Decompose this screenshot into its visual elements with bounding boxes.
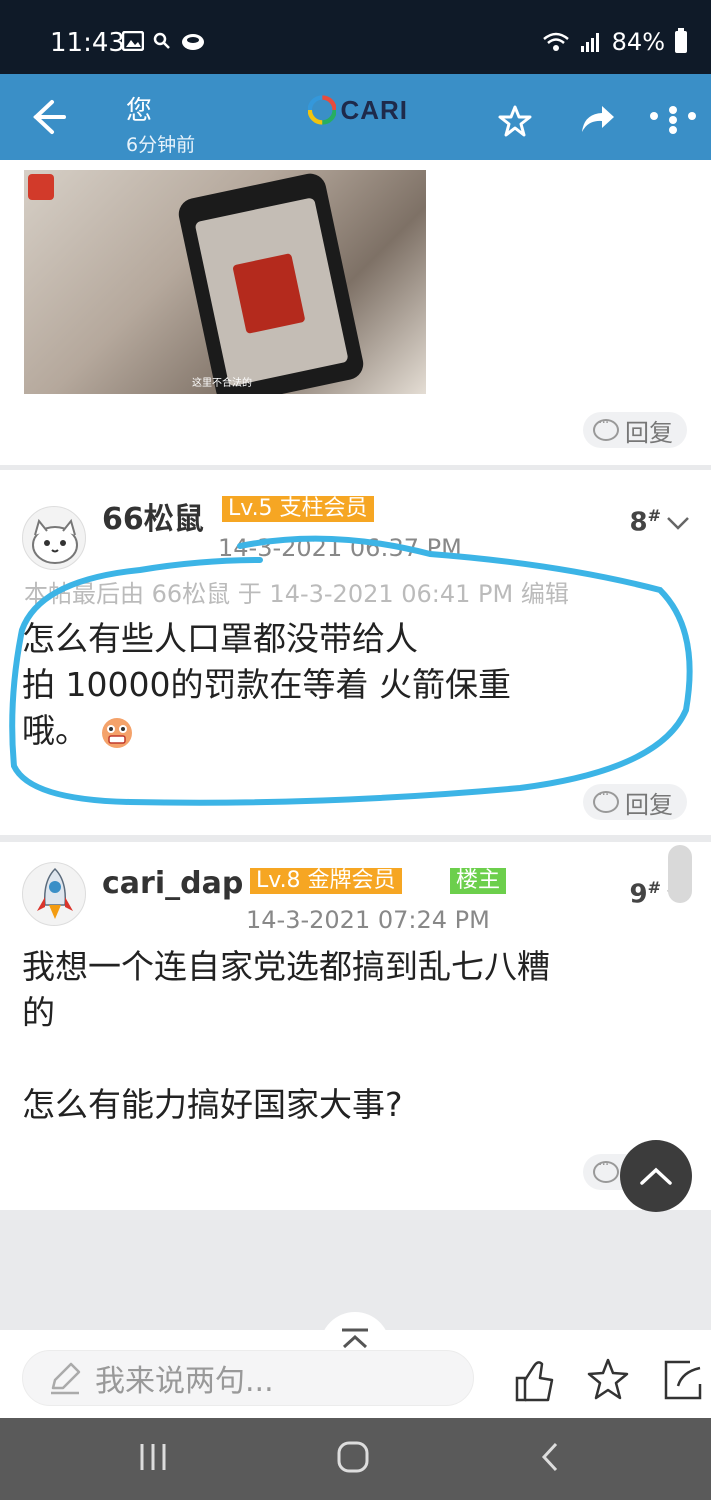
system-nav-bar [0,1418,711,1500]
post-content: 我想一个连自家党选都搞到乱七八糟 的 怎么有能力搞好国家大事? [22,947,550,1124]
phone-in-photo [175,170,367,394]
to-top-icon [342,1328,368,1349]
logo-text: CARI [340,94,408,125]
post-card-image: 这里不合法的 回复 [0,160,711,465]
post-content: 怎么有些人口罩都没带给人 拍 10000的罚款在等着 火箭保重 哦。 [22,619,511,750]
scrollbar-thumb[interactable] [668,845,692,903]
reply-button[interactable]: 回复 [583,412,687,448]
avatar[interactable] [22,506,86,570]
header-subtitle: 6分钟前 [126,134,196,156]
search-icon [153,32,170,49]
owner-badge: 楼主 [450,868,507,894]
video-badge-icon [28,174,54,200]
reply-label: 回复 [625,418,673,447]
comment-bubble-icon [593,787,619,813]
status-bar: 11:43 84% [0,0,711,74]
level-badge: Lv.5 支柱会员 [222,496,374,522]
battery-percent: 84% [611,28,665,56]
comment-bubble-icon [593,415,619,441]
username[interactable]: cari_dap [102,866,243,901]
wifi-icon [542,32,569,51]
header-title: 您 [126,96,153,126]
status-notification-icons [122,31,206,51]
favorite-star-icon[interactable] [586,1356,630,1404]
level-badge: Lv.8 金牌会员 [250,868,402,894]
post-date: 14-3-2021 06:37 PM [218,534,462,562]
pencil-icon [51,1362,81,1395]
reply-label: 回复 [625,790,673,819]
share-icon[interactable] [660,1356,704,1404]
status-time: 11:43 [50,28,125,58]
rocket-avatar-icon [37,867,73,919]
cat-avatar-icon [32,518,78,564]
post-photo[interactable]: 这里不合法的 [24,170,426,394]
favorite-star-icon[interactable] [498,104,532,138]
chevron-up-icon [640,1167,672,1185]
floor-number: 9# [629,878,662,910]
like-thumb-icon[interactable] [514,1356,558,1404]
post-date: 14-3-2021 07:24 PM [246,906,490,934]
back-icon[interactable] [538,1440,562,1474]
scroll-top-button[interactable] [620,1140,692,1212]
back-arrow-icon[interactable] [22,92,72,142]
signal-icon [580,33,599,52]
reply-button[interactable]: 回复 [583,784,687,820]
image-icon [122,31,144,51]
scared-face-emoji [102,717,132,748]
chevron-down-icon[interactable] [665,510,691,536]
avatar[interactable] [22,862,86,926]
post-card-9: cari_dap Lv.8 金牌会员 楼主 9# 14-3-2021 07:24… [0,842,711,1210]
recent-apps-icon[interactable] [138,1440,168,1474]
post-card-8: 66松鼠 Lv.5 支柱会员 8# 14-3-2021 06:37 PM 本帖最… [0,470,711,835]
cari-logo-icon [308,95,337,125]
comment-input[interactable]: 我来说两句... [22,1350,474,1406]
status-right: 84% [542,28,687,56]
username[interactable]: 66松鼠 [102,494,204,538]
battery-icon [675,28,687,53]
share-arrow-icon[interactable] [580,104,616,134]
edited-note: 本帖最后由 66松鼠 于 14-3-2021 06:41 PM 编辑 [24,580,569,608]
cloud-icon [182,34,204,50]
comment-bubble-icon [593,1157,619,1183]
floor-number: 8# [629,506,662,538]
app-header: 您 6分钟前 CARI [0,74,711,160]
cari-logo: CARI [308,90,408,130]
more-options-icon[interactable] [648,104,700,136]
comment-placeholder: 我来说两句... [95,1364,274,1399]
home-icon[interactable] [336,1440,370,1474]
photo-caption: 这里不合法的 [192,378,252,389]
